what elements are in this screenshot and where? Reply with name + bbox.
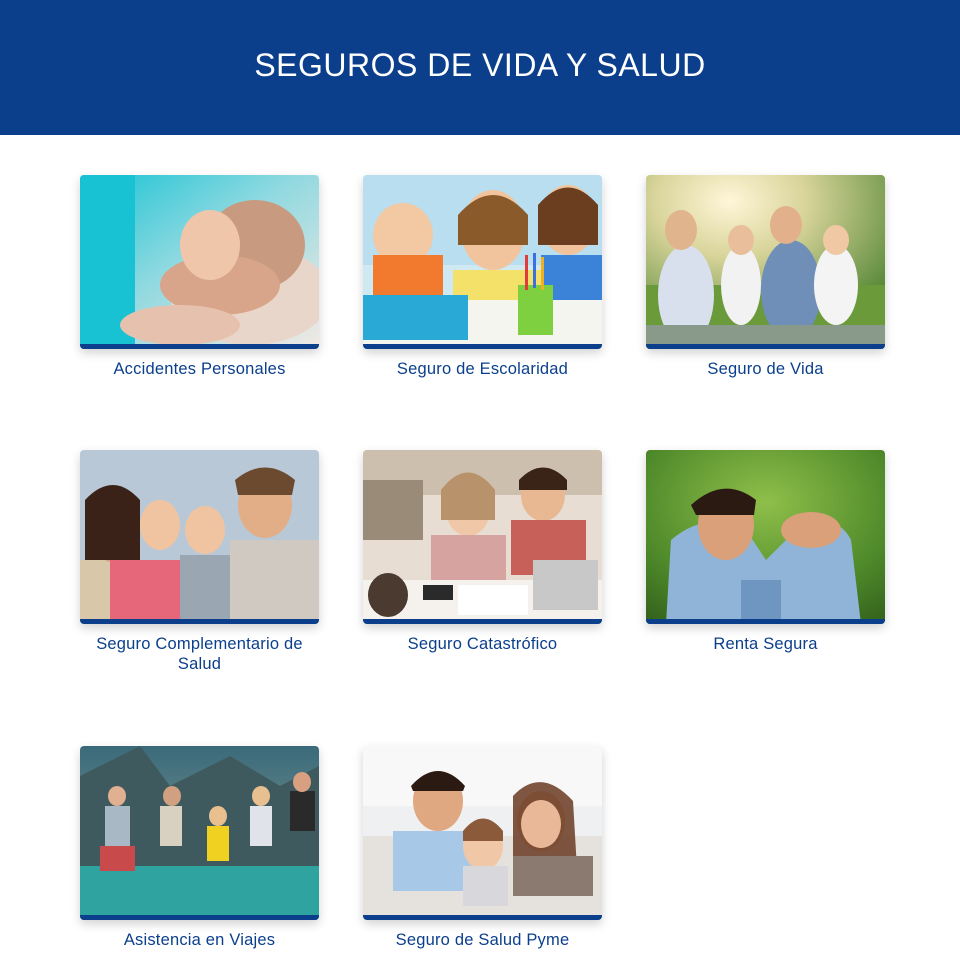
card-label[interactable]: Seguro de Vida [646,359,885,379]
card-label[interactable]: Seguro Catastrófico [363,634,602,654]
card-seguro-catastrofico[interactable]: Seguro Catastrófico [363,450,602,654]
card-seguro-salud-pyme[interactable]: Seguro de Salud Pyme [363,746,602,950]
card-label[interactable]: Seguro Complementario de Salud [80,634,319,674]
school-kids-photo[interactable] [363,175,602,349]
relaxed-man-photo[interactable] [646,450,885,624]
page-header: SEGUROS DE VIDA Y SALUD [0,0,960,135]
card-seguro-vida[interactable]: Seguro de Vida [646,175,885,379]
jumping-friends-photo[interactable] [80,746,319,920]
family-home-photo[interactable] [363,746,602,920]
card-asistencia-viajes[interactable]: Asistencia en Viajes [80,746,319,950]
couple-bills-photo[interactable] [363,450,602,624]
card-seguro-complementario-salud[interactable]: Seguro Complementario de Salud [80,450,319,674]
card-label[interactable]: Accidentes Personales [80,359,319,379]
card-label[interactable]: Seguro de Salud Pyme [363,930,602,950]
card-accidentes-personales[interactable]: Accidentes Personales [80,175,319,379]
card-seguro-escolaridad[interactable]: Seguro de Escolaridad [363,175,602,379]
family-smiling-photo[interactable] [80,450,319,624]
family-park-photo[interactable] [646,175,885,349]
hands-stacked-photo[interactable] [80,175,319,349]
card-label[interactable]: Renta Segura [646,634,885,654]
card-label[interactable]: Asistencia en Viajes [80,930,319,950]
card-label[interactable]: Seguro de Escolaridad [363,359,602,379]
page-title: SEGUROS DE VIDA Y SALUD [254,47,706,83]
card-renta-segura[interactable]: Renta Segura [646,450,885,654]
